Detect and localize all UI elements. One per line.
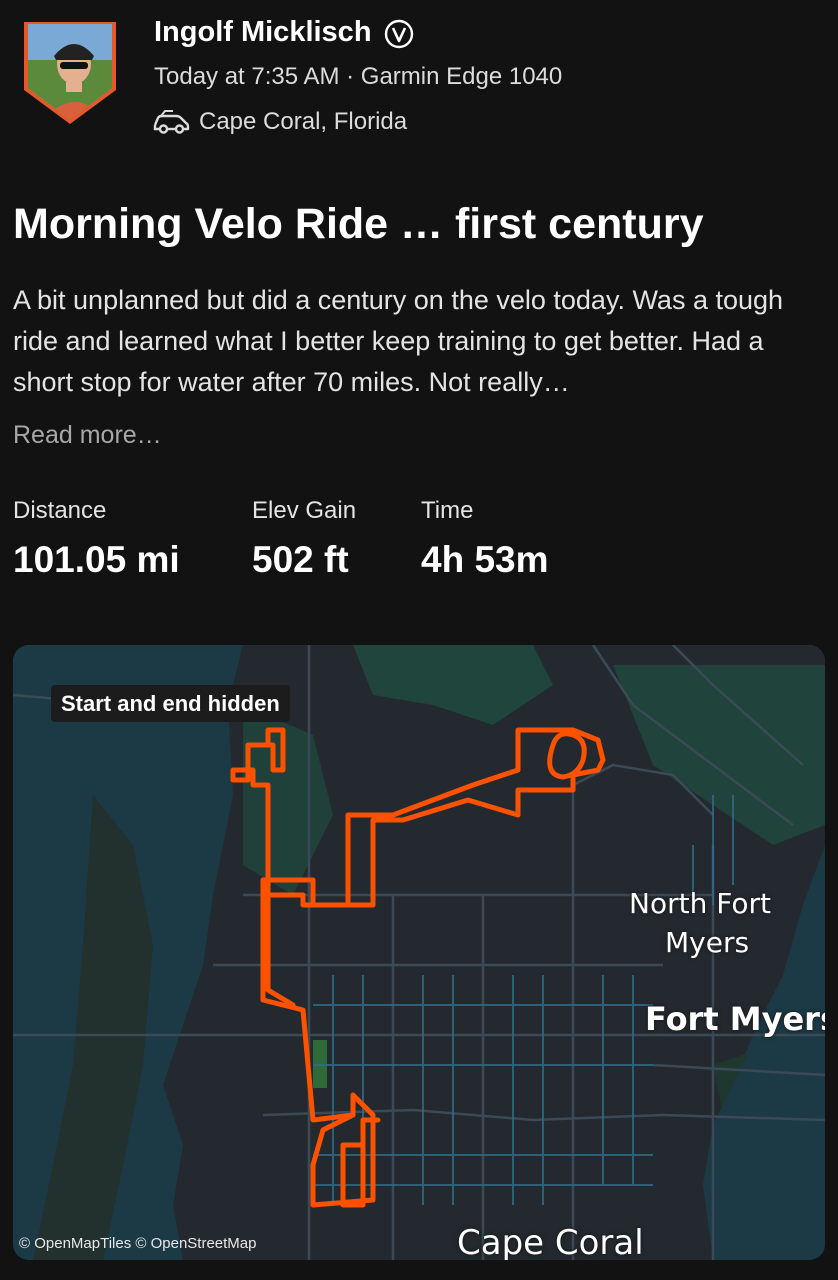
activity-header: Ingolf Micklisch Today at 7:35 AM · Garm… <box>0 0 838 150</box>
place-label-north-fort-myers: Myers <box>665 926 750 959</box>
activity-description: A bit unplanned but did a century on the… <box>13 285 784 397</box>
activity-title[interactable]: Morning Velo Ride … first century <box>13 200 703 249</box>
stat-label: Elev Gain <box>252 497 357 524</box>
place-label-north-fort-myers: North Fort <box>629 887 771 920</box>
map-attribution[interactable]: © OpenMapTiles © OpenStreetMap <box>19 1235 257 1252</box>
stat-distance: Distance 101.05 mi <box>13 497 180 581</box>
place-label-fort-myers: Fort Myers <box>645 1000 825 1038</box>
athlete-name[interactable]: Ingolf Micklisch <box>154 16 372 49</box>
stat-value: 101.05 mi <box>13 539 180 580</box>
read-more-link[interactable]: Read more… <box>13 421 162 450</box>
avatar[interactable] <box>22 20 118 126</box>
stat-label: Time <box>421 497 474 524</box>
bike-car-icon <box>152 110 190 136</box>
stat-elevation: Elev Gain 502 ft <box>252 497 356 581</box>
stat-value: 4h 53m <box>421 539 549 580</box>
stat-label: Distance <box>13 497 107 524</box>
place-label-cape-coral: Cape Coral <box>457 1223 644 1260</box>
activity-time-device: Today at 7:35 AM · Garmin Edge 1040 <box>154 63 563 90</box>
stat-value: 502 ft <box>252 539 349 580</box>
stat-time: Time 4h 53m <box>421 497 549 581</box>
activity-location: Cape Coral, Florida <box>199 108 408 135</box>
start-end-hidden-badge: Start and end hidden <box>51 685 290 722</box>
route-map[interactable]: Start and end hidden North Fort Myers Fo… <box>13 645 825 1260</box>
verified-badge-icon <box>384 19 414 49</box>
